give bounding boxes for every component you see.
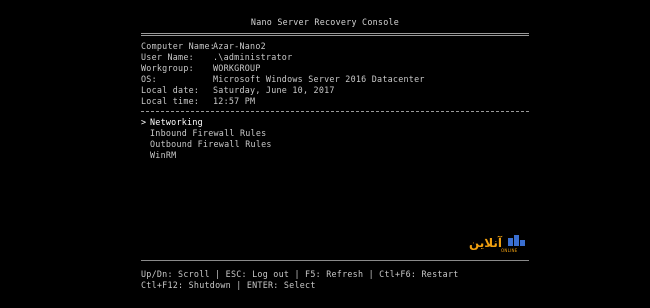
footer-shortcuts-line1: Up/Dn: Scroll | ESC: Log out | F5: Refre… <box>141 269 459 279</box>
footer-divider <box>141 260 529 261</box>
watermark-sub: ONLINE <box>501 248 518 253</box>
menu-item-label: Inbound Firewall Rules <box>150 128 267 138</box>
info-label: Workgroup: <box>141 63 194 73</box>
info-label: Computer Name: <box>141 41 216 51</box>
menu-item-outbound-firewall-rules[interactable]: Outbound Firewall Rules <box>141 139 272 150</box>
info-label: Local time: <box>141 96 200 106</box>
menu-item-label: Outbound Firewall Rules <box>150 139 272 149</box>
footer-shortcuts-line2: Ctl+F12: Shutdown | ENTER: Select <box>141 280 316 290</box>
info-label: User Name: <box>141 52 194 62</box>
info-row-local-time: Local time: 12:57 PM <box>141 96 255 107</box>
info-row-computer-name: Computer Name:Azar-Nano2 <box>141 41 266 52</box>
menu-item-winrm[interactable]: WinRM <box>141 150 176 161</box>
menu-item-label: WinRM <box>150 150 177 160</box>
info-row-user-name: User Name: .\administrator <box>141 52 292 63</box>
info-row-os: OS: Microsoft Windows Server 2016 Datacen… <box>141 74 425 85</box>
menu-item-inbound-firewall-rules[interactable]: Inbound Firewall Rules <box>141 128 266 139</box>
info-value: .\administrator <box>213 52 293 62</box>
menu-item-label: Networking <box>150 117 203 127</box>
info-label: Local date: <box>141 85 200 95</box>
info-value: Microsoft Windows Server 2016 Datacenter <box>213 74 425 84</box>
info-value: WORKGROUP <box>213 63 261 73</box>
header-divider <box>141 33 529 36</box>
info-value: Saturday, June 10, 2017 <box>213 85 335 95</box>
menu-item-networking[interactable]: > Networking <box>141 117 203 128</box>
console-title: Nano Server Recovery Console <box>250 17 400 27</box>
info-row-workgroup: Workgroup: WORKGROUP <box>141 63 261 74</box>
info-value: 12:57 PM <box>213 96 256 106</box>
info-divider <box>141 111 529 112</box>
watermark-logo: آنلاین ONLINE <box>469 235 525 253</box>
watermark-text: آنلاین <box>469 235 503 250</box>
info-label: OS: <box>141 74 157 84</box>
info-row-local-date: Local date: Saturday, June 10, 2017 <box>141 85 335 96</box>
selection-marker: > <box>141 117 147 127</box>
info-value: Azar-Nano2 <box>213 41 266 51</box>
